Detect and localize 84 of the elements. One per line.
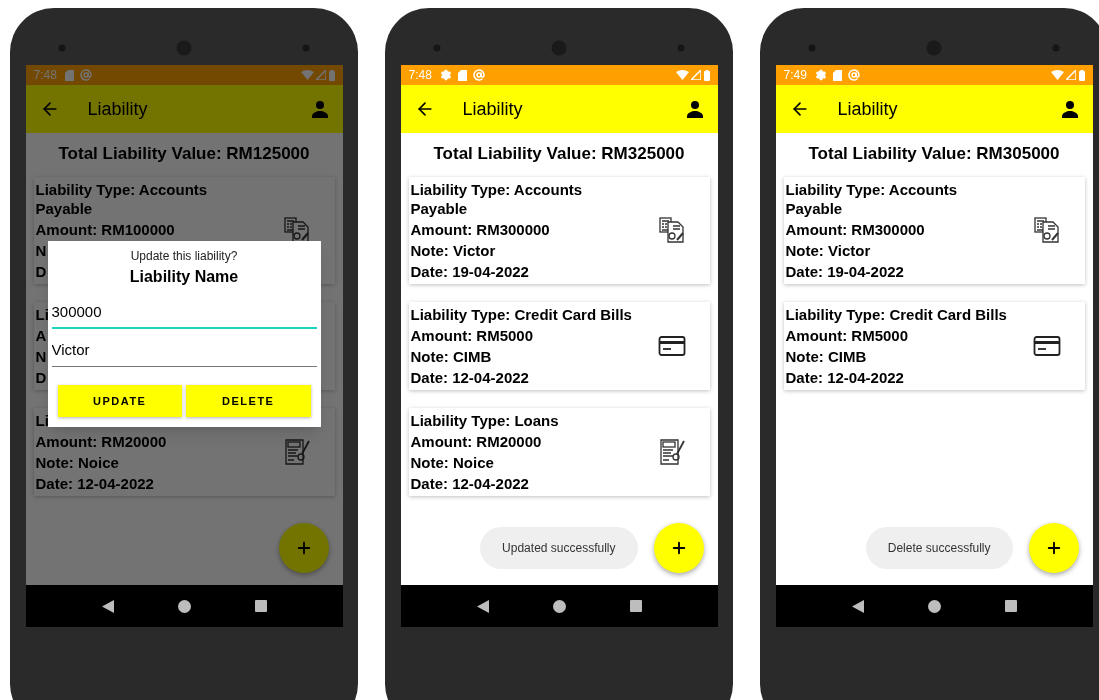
dialog-title: Liability Name xyxy=(128,267,240,287)
app-bar-title: Liability xyxy=(462,97,524,121)
person-icon[interactable] xyxy=(1060,100,1079,118)
liability-card[interactable]: Liability Type: Loans Amount: RM20000 Note: Noice Date: 12-04-2022 xyxy=(408,407,710,496)
signal-icon xyxy=(315,70,326,80)
card-text: Note: Noice xyxy=(410,452,494,473)
card-text: Date: 12-04-2022 xyxy=(785,367,904,388)
card-text: Liability Type: Credit Card Bills xyxy=(410,304,632,325)
document-pen-icon xyxy=(283,437,311,466)
dialog-button[interactable]: DELETE xyxy=(186,385,311,417)
card-text: Date: 12-04-2022 xyxy=(410,367,529,388)
wifi-icon xyxy=(1050,70,1064,80)
credit-card-icon xyxy=(658,334,686,357)
wifi-icon xyxy=(300,70,314,80)
status-time: 7:48 xyxy=(408,67,432,84)
dialog-button[interactable]: UPDATE xyxy=(57,385,182,417)
liability-card[interactable]: Liability Type: Accounts Payable Amount: RM300000 Note: Victor Date: 19-04-2022 xyxy=(783,176,1085,284)
card-text: D xyxy=(35,367,47,388)
card-text: D xyxy=(35,261,47,282)
toast-message: Updated successfully xyxy=(480,527,638,569)
card-text: Amount: RM20000 xyxy=(35,431,167,452)
card-text: N xyxy=(35,240,47,261)
card-text: Amount: RM5000 xyxy=(785,325,908,346)
home-icon[interactable] xyxy=(927,599,941,613)
at-sign-icon xyxy=(847,69,860,81)
recents-icon[interactable] xyxy=(629,600,642,612)
document-pen-icon xyxy=(658,437,686,466)
back-icon[interactable] xyxy=(101,599,114,613)
card-text: Li xyxy=(35,410,49,431)
total-value: Total Liability Value: RM305000 xyxy=(807,143,1061,165)
card-text: Amount: RM300000 xyxy=(785,219,925,240)
liability-card[interactable]: Liability Type: Accounts Payable Amount: RM300000 Note: Victor Date: 19-04-2022 xyxy=(408,176,710,284)
card-text: Date: 12-04-2022 xyxy=(35,473,154,494)
home-icon[interactable] xyxy=(177,599,191,613)
card-text: Li xyxy=(35,304,49,325)
card-text: Liability Type: Accounts Payable xyxy=(785,179,959,219)
home-icon[interactable] xyxy=(552,599,566,613)
calculator-document-icon xyxy=(658,216,686,244)
calculator-document-icon xyxy=(1033,216,1061,244)
card-text: A xyxy=(35,325,47,346)
app-bar-title: Liability xyxy=(87,97,149,121)
card-text: Liability Type: Loans xyxy=(410,410,559,431)
battery-icon xyxy=(1078,69,1085,81)
credit-card-icon xyxy=(1033,334,1061,357)
sd-card-icon xyxy=(832,69,842,81)
total-value: Total Liability Value: RM125000 xyxy=(57,143,311,165)
status-time: 7:48 xyxy=(33,67,57,84)
card-text: Liability Type: Accounts Payable xyxy=(35,179,209,219)
toast-message: Delete successfully xyxy=(865,527,1013,569)
signal-icon xyxy=(1065,70,1076,80)
person-icon[interactable] xyxy=(685,100,704,118)
total-value: Total Liability Value: RM325000 xyxy=(432,143,686,165)
dialog-prompt: Update this liability? xyxy=(129,248,239,265)
card-text: Amount: RM300000 xyxy=(410,219,550,240)
card-text: N xyxy=(35,346,47,367)
sd-card-icon xyxy=(457,69,467,81)
battery-icon xyxy=(703,69,710,81)
card-text: Liability Type: Credit Card Bills xyxy=(785,304,1007,325)
app-bar-title: Liability xyxy=(837,97,899,121)
card-text: Amount: RM100000 xyxy=(35,219,175,240)
card-text: Amount: RM20000 xyxy=(410,431,542,452)
liability-card[interactable]: Liability Type: Credit Card Bills Amount: RM5000 Note: CIMB Date: 12-04-2022 xyxy=(783,301,1085,390)
status-time: 7:49 xyxy=(783,67,807,84)
card-text: Note: CIMB xyxy=(410,346,492,367)
card-text: Date: 19-04-2022 xyxy=(785,261,904,282)
card-text: Date: 19-04-2022 xyxy=(410,261,529,282)
recents-icon[interactable] xyxy=(1004,600,1017,612)
at-sign-icon xyxy=(79,69,92,81)
at-sign-icon xyxy=(472,69,485,81)
card-text: Date: 12-04-2022 xyxy=(410,473,529,494)
battery-icon xyxy=(328,69,335,81)
back-icon[interactable] xyxy=(851,599,864,613)
card-text: Amount: RM5000 xyxy=(410,325,533,346)
wifi-icon xyxy=(675,70,689,80)
card-text: Liability Type: Accounts Payable xyxy=(410,179,584,219)
card-text: Note: CIMB xyxy=(785,346,867,367)
signal-icon xyxy=(690,70,701,80)
liability-card[interactable]: Liability Type: Credit Card Bills Amount: RM5000 Note: CIMB Date: 12-04-2022 xyxy=(408,301,710,390)
sd-card-icon xyxy=(64,69,74,81)
recents-icon[interactable] xyxy=(254,600,267,612)
card-text: Note: Noice xyxy=(35,452,119,473)
back-icon[interactable] xyxy=(476,599,489,613)
card-text: Note: Victor xyxy=(410,240,496,261)
card-text: Note: Victor xyxy=(785,240,871,261)
